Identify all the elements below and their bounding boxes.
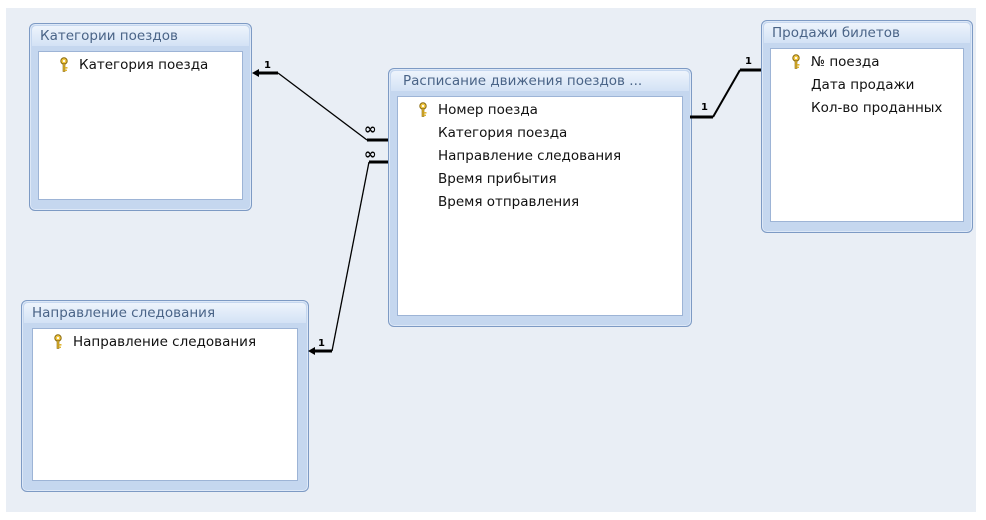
relationship-kategoriya[interactable]: 1 ∞ [252,60,388,142]
many-label: ∞ [364,120,377,138]
one-label: 1 [745,56,752,67]
many-label: ∞ [364,145,377,163]
relationship-napravlenie[interactable]: ∞ 1 [308,145,388,355]
relationship-nomer-poezda[interactable]: 1 1 [690,56,761,119]
one-label: 1 [701,102,708,113]
relationship-lines: 1 ∞ ∞ 1 1 1 [252,56,761,355]
one-label: 1 [264,60,271,71]
one-label: 1 [318,338,325,349]
